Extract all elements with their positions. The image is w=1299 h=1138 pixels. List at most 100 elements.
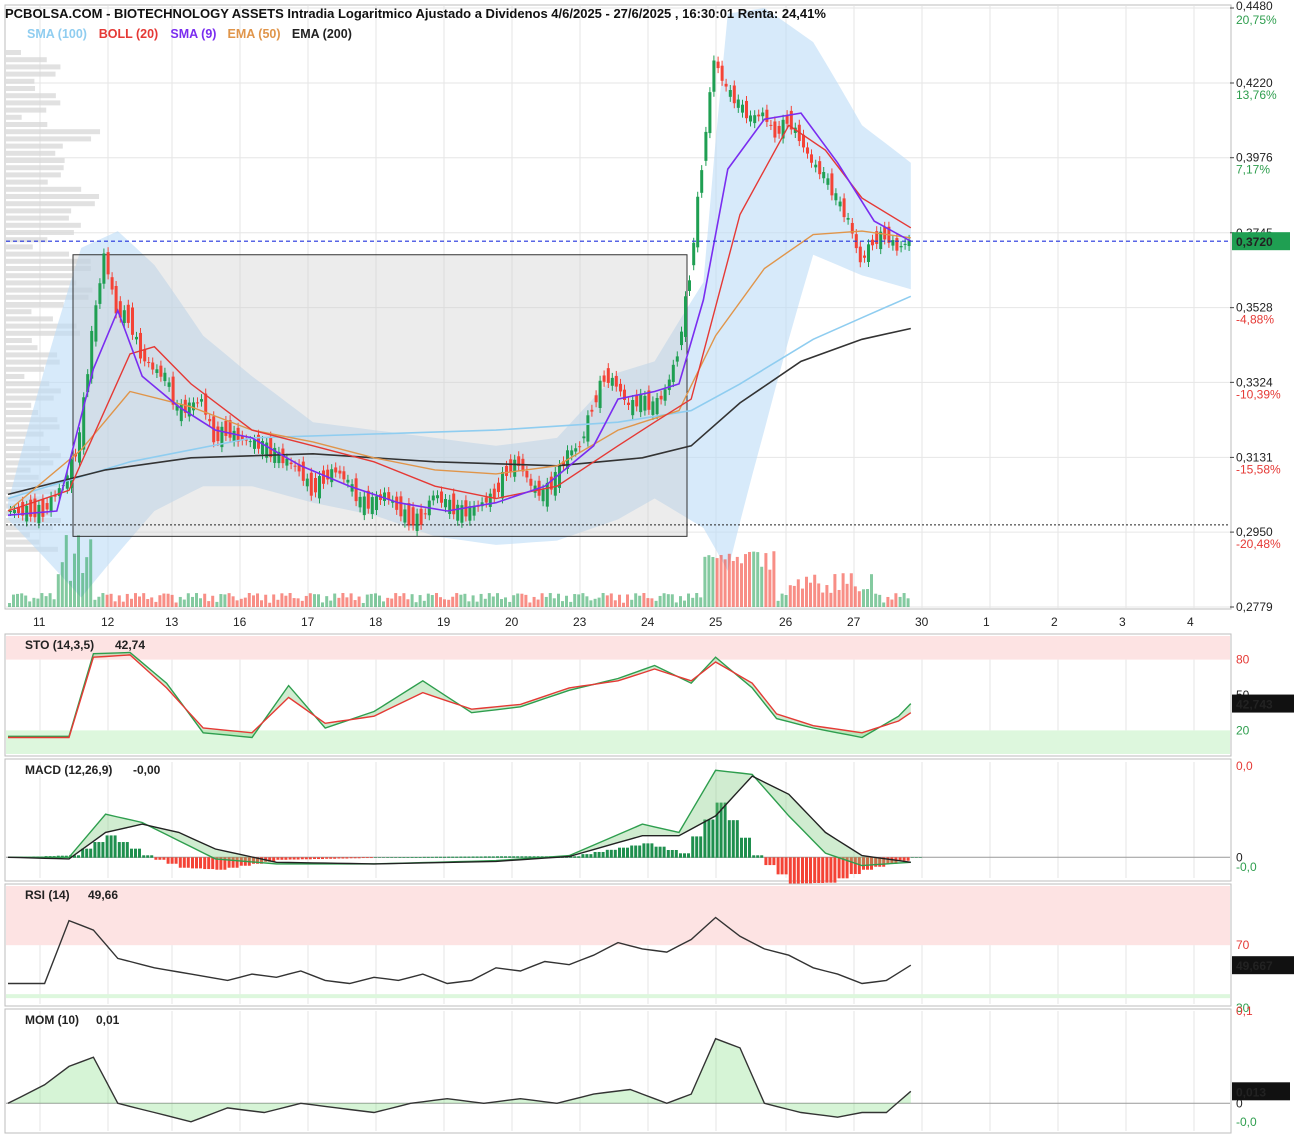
rsi-label: RSI (14) xyxy=(25,888,70,902)
volume-profile-bar xyxy=(6,280,77,286)
candle-body xyxy=(667,379,671,391)
candle-body xyxy=(643,395,647,411)
volume-bar xyxy=(439,597,442,607)
candle-body xyxy=(314,478,317,493)
volume-bar xyxy=(719,555,723,607)
candle-body xyxy=(675,356,679,362)
candle-body xyxy=(399,496,403,517)
volume-profile-bar xyxy=(6,114,22,120)
candle-body xyxy=(838,201,842,207)
candle-body xyxy=(606,368,610,383)
volume-bar xyxy=(589,600,593,607)
price-tick-label: 0,2779 xyxy=(1236,600,1273,614)
macd-hist-bar xyxy=(687,853,690,858)
macd-hist-bar xyxy=(601,851,605,858)
macd-hist-bar xyxy=(841,857,845,879)
macd-hist-bar xyxy=(402,857,406,858)
volume-bar xyxy=(357,596,361,607)
legend-item-1: BOLL (20) xyxy=(99,27,159,41)
macd-hist-bar xyxy=(276,857,280,860)
volume-bar xyxy=(752,551,756,607)
rsi-value: 49,66 xyxy=(88,888,118,902)
macd-hist-bar xyxy=(902,857,906,861)
macd-hist-bar xyxy=(317,857,320,860)
volume-bar xyxy=(142,593,146,607)
candle-body xyxy=(122,310,126,324)
mom-label: MOM (10) xyxy=(25,1013,79,1027)
macd-hist-bar xyxy=(329,857,333,859)
candle-body xyxy=(842,198,846,218)
macd-hist-bar xyxy=(837,857,841,879)
candle-body xyxy=(155,369,159,373)
candle-body xyxy=(419,508,423,525)
sto-current-label: 42,743 xyxy=(1236,698,1273,712)
stock-chart: PCBOLSA.COM - BIOTECHNOLOGY ASSETS Intra… xyxy=(4,0,1294,1134)
volume-bar xyxy=(398,596,402,607)
volume-bar xyxy=(902,593,906,607)
macd-hist-bar xyxy=(821,857,825,883)
volume-bar xyxy=(524,594,528,607)
volume-bar xyxy=(548,593,552,607)
volume-bar xyxy=(764,553,768,607)
macd-hist-bar xyxy=(597,851,601,858)
volume-bar xyxy=(585,596,589,607)
volume-profile-bar xyxy=(6,345,38,351)
volume-bar xyxy=(174,602,178,607)
macd-hist-bar xyxy=(390,857,394,858)
candle-body xyxy=(163,372,167,382)
volume-bar xyxy=(626,594,629,607)
candle-body xyxy=(749,115,752,122)
legend-item-3: EMA (50) xyxy=(228,27,281,41)
volume-bar xyxy=(504,597,507,607)
x-label-19: 19 xyxy=(437,615,451,629)
volume-bar xyxy=(512,595,516,607)
volume-bar xyxy=(874,593,878,607)
volume-bar xyxy=(833,574,837,607)
volume-bar xyxy=(772,551,776,607)
macd-hist-bar xyxy=(618,847,621,858)
volume-bar xyxy=(479,593,483,607)
candle-body xyxy=(151,362,155,370)
volume-bar xyxy=(516,593,520,607)
volume-bar xyxy=(894,593,898,607)
volume-bar xyxy=(878,594,882,607)
candle-body xyxy=(708,92,712,134)
macd-hist-bar xyxy=(731,820,735,858)
price-pct-label: -10,39% xyxy=(1236,387,1281,401)
volume-bar xyxy=(345,597,349,607)
volume-profile-bar xyxy=(6,158,65,163)
price-pct-label: -20,48% xyxy=(1236,537,1281,551)
macd-hist-bar xyxy=(910,857,914,858)
candle-body xyxy=(423,513,427,515)
macd-tick: -0,0 xyxy=(1236,860,1257,874)
price-axis: 0,448020,75%0,422013,76%0,39767,17%0,374… xyxy=(1230,0,1290,614)
candle-body xyxy=(639,393,643,413)
price-pct-label: -15,58% xyxy=(1236,462,1281,476)
macd-hist-bar xyxy=(796,857,800,884)
volume-bar xyxy=(796,579,800,607)
volume-bar xyxy=(666,594,670,607)
macd-hist-bar xyxy=(585,854,589,858)
legend: SMA (100) BOLL (20) SMA (9) EMA (50) EMA (20… xyxy=(27,27,352,41)
volume-bar xyxy=(203,593,207,607)
rsi-current-label: 49,667 xyxy=(1236,959,1273,973)
volume-bar xyxy=(146,599,150,607)
macd-hist-bar xyxy=(695,836,699,858)
macd-hist-bar xyxy=(280,857,284,860)
candle-body xyxy=(362,496,366,516)
macd-hist-bar xyxy=(447,856,451,858)
macd-hist-bar xyxy=(487,856,491,858)
macd-hist-bar xyxy=(101,842,105,858)
macd-hist-bar xyxy=(496,856,499,858)
volume-profile-bar xyxy=(6,93,56,99)
candle-body xyxy=(541,489,545,502)
macd-hist-bar xyxy=(463,856,467,858)
macd-hist-bar xyxy=(471,856,475,858)
candle-body xyxy=(143,349,147,362)
volume-bar xyxy=(691,597,695,607)
volume-bar xyxy=(695,593,699,607)
volume-profile-bar xyxy=(6,50,21,55)
volume-bar xyxy=(756,552,760,607)
macd-hist-bar xyxy=(304,857,308,860)
candle-body xyxy=(830,173,834,196)
